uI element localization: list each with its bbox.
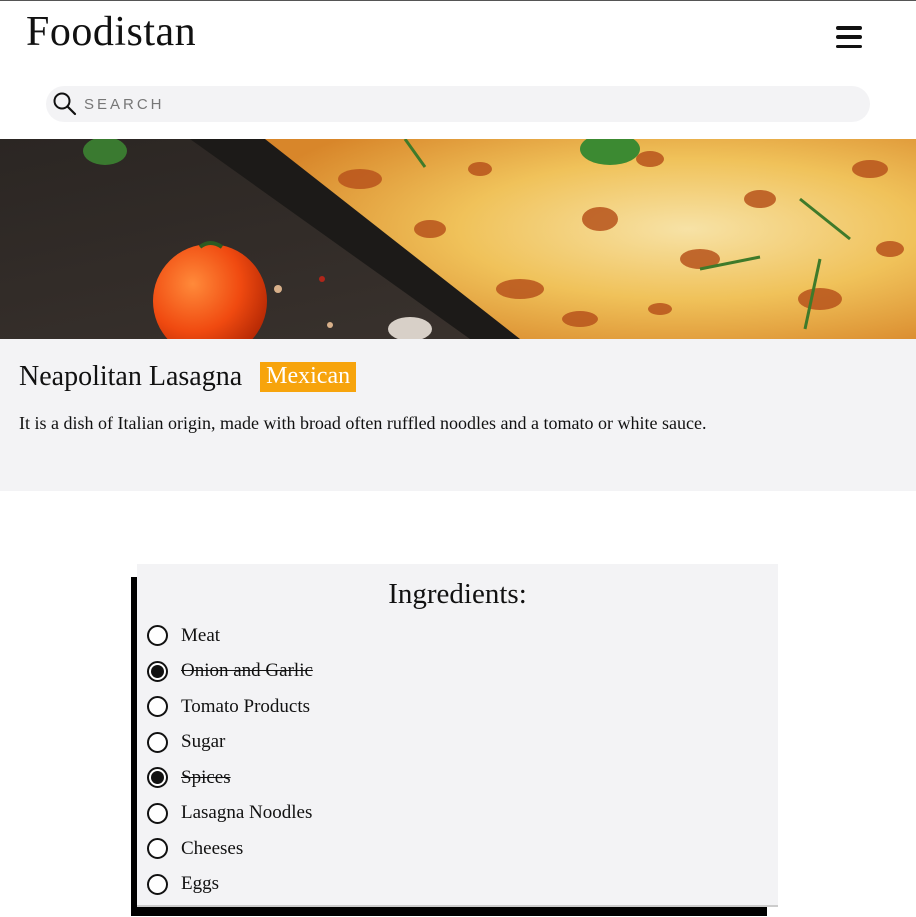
ingredient-item[interactable]: Lasagna Noodles	[147, 796, 313, 832]
radio-button[interactable]	[147, 873, 168, 895]
ingredient-label: Lasagna Noodles	[181, 802, 313, 824]
radio-button[interactable]	[147, 802, 168, 824]
ingredient-item[interactable]: Tomato Products	[147, 689, 313, 725]
ingredient-label: Cheeses	[181, 837, 244, 859]
hamburger-menu-icon	[836, 26, 862, 30]
recipe-summary: Neapolitan Lasagna Mexican It is a dish …	[0, 339, 916, 491]
ingredient-label: Eggs	[181, 873, 219, 895]
radio-button[interactable]	[147, 838, 168, 860]
ingredient-label: Tomato Products	[181, 695, 311, 717]
ingredient-label: Spices	[181, 766, 231, 788]
ingredient-item[interactable]: Meat	[147, 618, 313, 654]
ingredient-item[interactable]: Eggs	[147, 867, 313, 903]
radio-button[interactable]	[147, 731, 168, 753]
search-bar	[46, 86, 870, 122]
ingredient-item[interactable]: Cheeses	[147, 831, 313, 867]
radio-button[interactable]	[147, 767, 168, 789]
ingredients-heading: Ingredients:	[388, 578, 527, 610]
recipe-description: It is a dish of Italian origin, made wit…	[19, 413, 707, 433]
ingredient-item[interactable]: Spices	[147, 760, 313, 796]
search-icon[interactable]	[52, 91, 78, 117]
cuisine-badge: Mexican	[260, 362, 357, 392]
ingredient-item[interactable]: Onion and Garlic	[147, 654, 313, 690]
ingredients-list: Meat Onion and Garlic Tomato Products Su…	[147, 618, 313, 902]
recipe-hero-image	[0, 139, 916, 339]
recipe-title: Neapolitan Lasagna	[19, 361, 243, 392]
radio-button[interactable]	[147, 696, 168, 718]
top-border	[0, 0, 916, 1]
ingredients-card: Ingredients: Meat Onion and Garlic Tomat…	[137, 564, 778, 907]
ingredient-label: Sugar	[181, 731, 226, 753]
brand-logo[interactable]: Foodistan	[26, 8, 196, 56]
search-input[interactable]	[82, 94, 870, 114]
ingredient-label: Meat	[181, 624, 221, 646]
radio-button[interactable]	[147, 625, 168, 647]
hamburger-menu-button[interactable]	[833, 24, 865, 50]
ingredient-item[interactable]: Sugar	[147, 725, 313, 761]
radio-button[interactable]	[147, 660, 168, 682]
ingredient-label: Onion and Garlic	[181, 660, 313, 682]
